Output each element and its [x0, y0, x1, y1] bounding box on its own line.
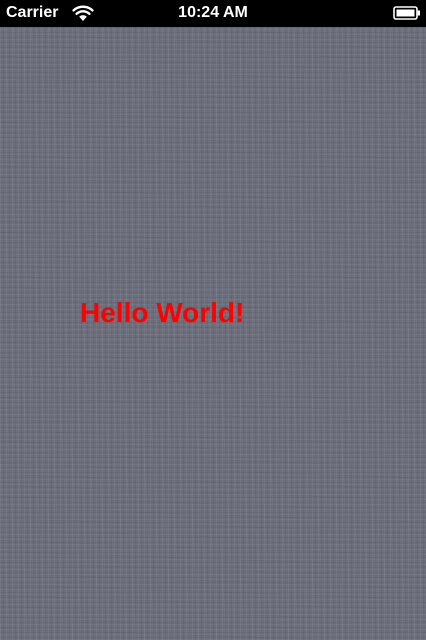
hello-label: Hello World! [80, 297, 245, 328]
status-time: 10:24 AM [178, 4, 248, 21]
main-view: Hello World! [0, 27, 426, 640]
battery-icon [393, 5, 421, 21]
app-screen: Carrier 10:24 AM Hello World! [0, 0, 426, 640]
status-bar: Carrier 10:24 AM [0, 0, 426, 27]
